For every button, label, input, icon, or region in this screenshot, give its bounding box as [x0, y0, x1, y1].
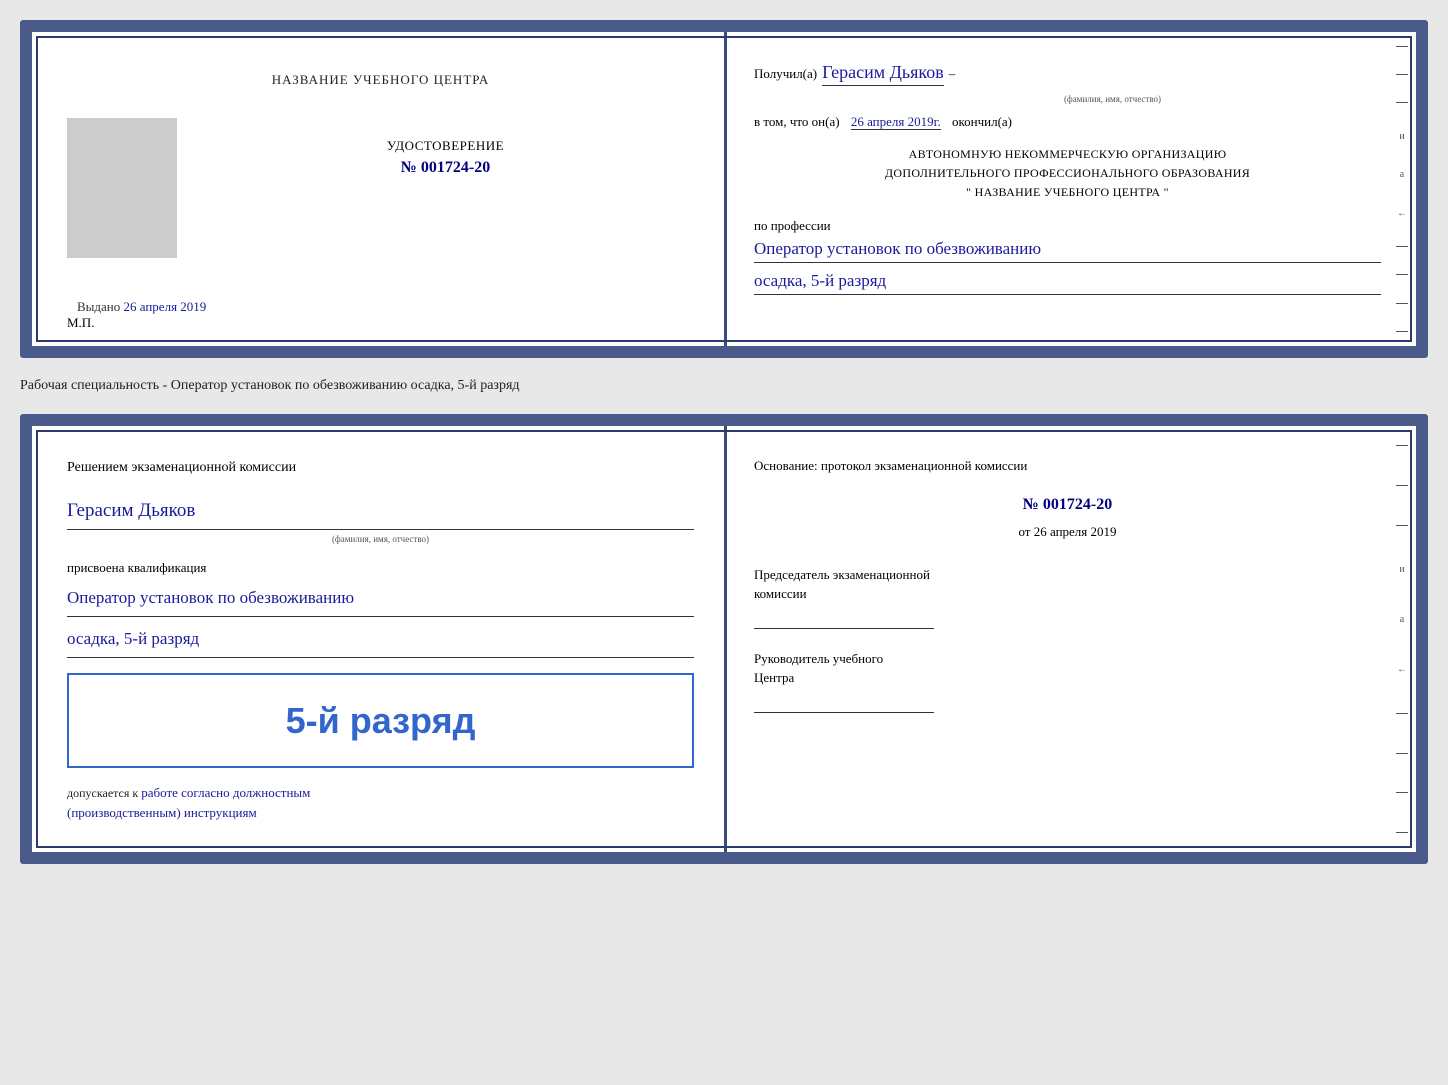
cert-number: № 001724-20 — [401, 159, 490, 176]
director-signature-line — [754, 693, 934, 713]
top-cert-right: Получил(а) Герасим Дьяков – (фамилия, им… — [724, 32, 1416, 346]
separator-label: Рабочая специальность - Оператор установ… — [20, 376, 1428, 396]
org-block: АВТОНОМНУЮ НЕКОММЕРЧЕСКУЮ ОРГАНИЗАЦИЮ ДО… — [754, 145, 1381, 203]
cert-school-title: НАЗВАНИЕ УЧЕБНОГО ЦЕНТРА — [67, 72, 694, 88]
assigned-label: присвоена квалификация — [67, 557, 694, 579]
page-wrapper: НАЗВАНИЕ УЧЕБНОГО ЦЕНТРА УДОСТОВЕРЕНИЕ №… — [20, 20, 1428, 864]
bottom-cert-left: Решением экзаменационной комиссии Гераси… — [32, 426, 724, 852]
bottom-cert-right: Основание: протокол экзаменационной коми… — [724, 426, 1416, 852]
completion-date: 26 апреля 2019г. — [851, 114, 941, 130]
commission-person-name: Герасим Дьяков — [67, 495, 694, 530]
recipient-line: Получил(а) Герасим Дьяков – — [754, 62, 1381, 86]
qualification-line1: Оператор установок по обезвоживанию — [67, 584, 694, 617]
mp-label: М.П. — [67, 315, 94, 331]
recipient-name: Герасим Дьяков — [822, 62, 944, 86]
profession-line1: Оператор установок по обезвоживанию — [754, 239, 1381, 263]
chairman-label: Председатель экзаменационной комиссии — [754, 565, 1381, 604]
recipient-sublabel: (фамилия, имя, отчество) — [844, 94, 1381, 104]
rank-number: 5-й разряд — [89, 690, 672, 751]
cert-label: УДОСТОВЕРЕНИЕ — [197, 138, 694, 154]
commission-title: Решением экзаменационной комиссии — [67, 456, 694, 480]
top-certificate: НАЗВАНИЕ УЧЕБНОГО ЦЕНТРА УДОСТОВЕРЕНИЕ №… — [20, 20, 1428, 358]
chairman-signature-line — [754, 609, 934, 629]
cert-issued-block: Выдано 26 апреля 2019 — [67, 298, 694, 316]
bottom-certificate: Решением экзаменационной комиссии Гераси… — [20, 414, 1428, 864]
rank-box: 5-й разряд — [67, 673, 694, 768]
cert-photo-area: УДОСТОВЕРЕНИЕ № 001724-20 — [67, 118, 694, 258]
director-label: Руководитель учебного Центра — [754, 649, 1381, 688]
basis-title: Основание: протокол экзаменационной коми… — [754, 456, 1381, 476]
profession-line2: осадка, 5-й разряд — [754, 271, 1381, 295]
admitted-text: допускается к работе согласно должностны… — [67, 783, 694, 822]
protocol-number: № 001724-20 — [754, 496, 1381, 514]
protocol-date: от 26 апреля 2019 — [754, 524, 1381, 540]
in-that-line: в том, что он(а) 26 апреля 2019г. окончи… — [754, 114, 1381, 130]
profession-label: по профессии — [754, 218, 1381, 234]
issued-label: Выдано 26 апреля 2019 — [77, 299, 206, 314]
chairman-block: Председатель экзаменационной комиссии — [754, 565, 1381, 629]
bottom-right-edge-marks: и а ← — [1396, 426, 1408, 852]
commission-person-sublabel: (фамилия, имя, отчество) — [67, 532, 694, 547]
cert-number-block: УДОСТОВЕРЕНИЕ № 001724-20 — [197, 118, 694, 177]
top-cert-left: НАЗВАНИЕ УЧЕБНОГО ЦЕНТРА УДОСТОВЕРЕНИЕ №… — [32, 32, 724, 346]
commission-block: Решением экзаменационной комиссии Гераси… — [67, 456, 694, 822]
qualification-line2: осадка, 5-й разряд — [67, 625, 694, 658]
director-block: Руководитель учебного Центра — [754, 649, 1381, 713]
right-edge-marks: и а ← — [1396, 32, 1408, 346]
photo-placeholder — [67, 118, 177, 258]
